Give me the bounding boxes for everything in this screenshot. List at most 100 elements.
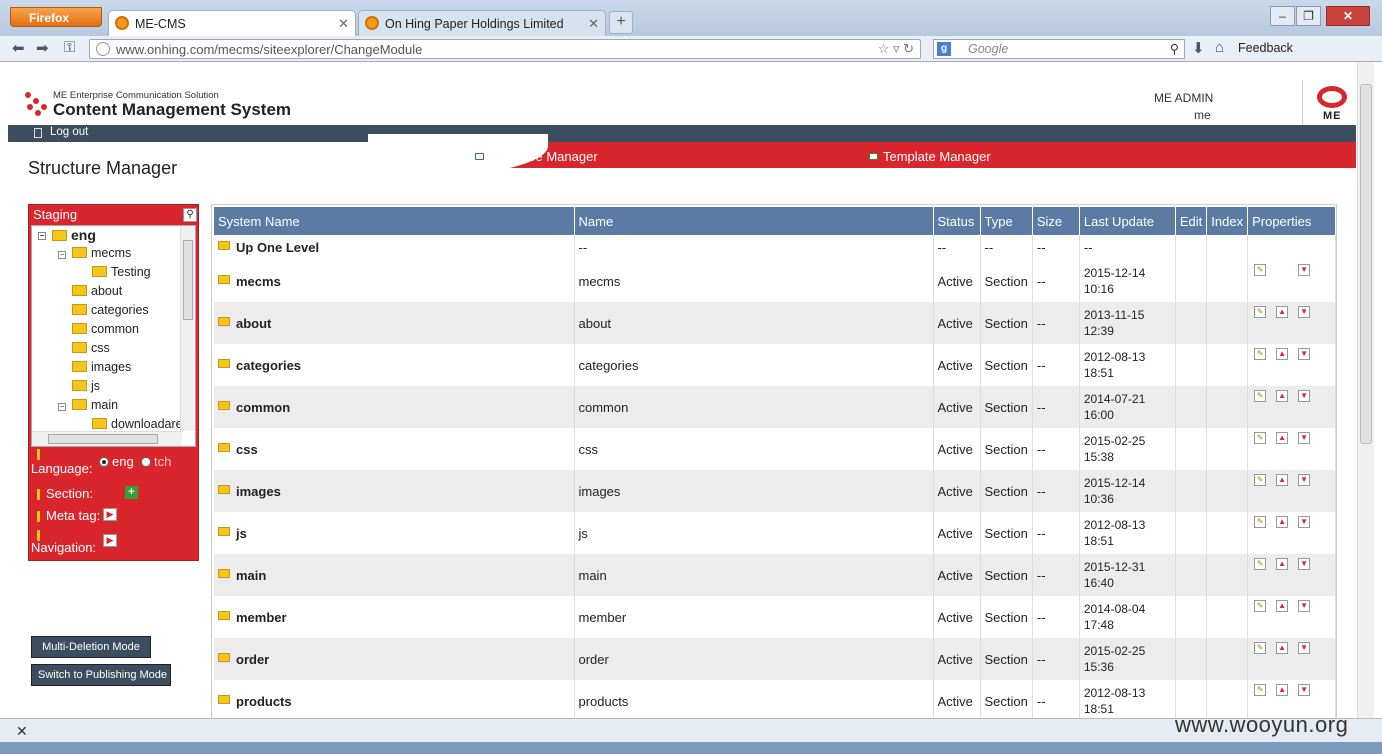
- nav-template-manager[interactable]: Template Manager: [883, 149, 991, 164]
- move-up-icon[interactable]: ▲: [1276, 432, 1289, 444]
- move-up-icon[interactable]: ▲: [1276, 600, 1289, 612]
- system-name-cell[interactable]: js: [214, 512, 575, 554]
- col-type[interactable]: Type: [980, 207, 1033, 235]
- nav-structure-manager[interactable]: Structure Manager: [490, 149, 598, 164]
- move-down-icon[interactable]: ▼: [1298, 516, 1311, 528]
- close-tab-icon[interactable]: ✕: [588, 16, 599, 32]
- col-status[interactable]: Status: [933, 207, 981, 235]
- col-last-update[interactable]: Last Update: [1079, 207, 1176, 235]
- move-down-icon[interactable]: ▼: [1298, 642, 1311, 654]
- system-name-cell[interactable]: images: [214, 470, 575, 512]
- edit-pencil-icon[interactable]: ✎: [1254, 558, 1267, 570]
- switch-publishing-button[interactable]: Switch to Publishing Mode: [31, 664, 171, 686]
- logout-link[interactable]: Log out: [50, 126, 88, 138]
- lang-tch-radio[interactable]: tch: [141, 454, 171, 469]
- move-up-icon[interactable]: ▲: [1276, 306, 1289, 318]
- col-size[interactable]: Size: [1032, 207, 1080, 235]
- tree-node-js[interactable]: js: [72, 379, 100, 393]
- tree-node-common[interactable]: common: [72, 322, 139, 336]
- maximize-window-button[interactable]: ❐: [1296, 6, 1321, 26]
- edit-pencil-icon[interactable]: ✎: [1254, 432, 1267, 444]
- move-up-icon[interactable]: ▲: [1276, 642, 1289, 654]
- firefox-menu-button[interactable]: Firefox: [10, 7, 102, 27]
- search-icon[interactable]: ⚲: [1170, 41, 1179, 56]
- up-one-level-row[interactable]: Up One Level -- -- -- -- --: [214, 235, 1336, 260]
- move-down-icon[interactable]: ▼: [1298, 558, 1311, 570]
- move-down-icon[interactable]: ▼: [1298, 600, 1311, 612]
- system-name-cell[interactable]: products: [214, 680, 575, 718]
- search-box[interactable]: g Google ⚲: [933, 39, 1185, 59]
- move-down-icon[interactable]: ▼: [1298, 684, 1311, 696]
- tree-node-categories[interactable]: categories: [72, 303, 149, 317]
- move-down-icon[interactable]: ▼: [1298, 432, 1311, 444]
- tree-node-downloadare[interactable]: downloadare: [92, 417, 183, 431]
- site-identity-icon[interactable]: [96, 42, 110, 56]
- move-down-icon[interactable]: ▼: [1298, 474, 1311, 486]
- metatag-flag-icon[interactable]: ▶: [103, 508, 117, 521]
- move-down-icon[interactable]: ▼: [1298, 348, 1311, 360]
- col-system-name[interactable]: System Name: [214, 207, 575, 235]
- multi-deletion-button[interactable]: Multi-Deletion Mode: [31, 636, 151, 658]
- table-row[interactable]: member member Active Section -- 2014-08-04 17:…: [214, 596, 1336, 638]
- move-up-icon[interactable]: ▲: [1276, 684, 1289, 696]
- tab-on-hing[interactable]: On Hing Paper Holdings Limited ✕: [358, 10, 606, 36]
- page-vertical-scrollbar[interactable]: [1357, 62, 1374, 718]
- table-row[interactable]: css css Active Section -- 2015-02-25 15:38 ✎ ▲ ▼: [214, 428, 1336, 470]
- logout-icon[interactable]: [34, 128, 42, 138]
- back-icon[interactable]: ⬅: [12, 39, 25, 57]
- address-bar[interactable]: www.onhing.com/mecms/siteexplorer/Change…: [89, 39, 921, 59]
- table-row[interactable]: main main Active Section -- 2015-12-31 16:40 ✎ ▲…: [214, 554, 1336, 596]
- system-name-cell[interactable]: categories: [214, 344, 575, 386]
- move-up-icon[interactable]: ▲: [1276, 390, 1289, 402]
- system-name-cell[interactable]: Up One Level: [214, 235, 575, 260]
- system-name-cell[interactable]: main: [214, 554, 575, 596]
- tree-node-main[interactable]: − main: [58, 398, 118, 412]
- add-section-icon[interactable]: +: [125, 486, 138, 499]
- move-down-icon[interactable]: ▼: [1298, 306, 1311, 318]
- move-up-icon[interactable]: ▲: [1276, 348, 1289, 360]
- move-up-icon[interactable]: ▲: [1276, 516, 1289, 528]
- edit-pencil-icon[interactable]: ✎: [1254, 264, 1267, 276]
- tree-node-eng[interactable]: − eng: [38, 227, 96, 243]
- table-row[interactable]: products products Active Section -- 2012-08-1…: [214, 680, 1336, 718]
- tree-horizontal-scrollbar[interactable]: [32, 431, 182, 446]
- bookmark-star-icon[interactable]: ☆ ▿ ↻: [878, 41, 914, 57]
- search-icon[interactable]: ⚲: [183, 208, 197, 222]
- move-down-icon[interactable]: ▼: [1298, 264, 1311, 276]
- system-name-cell[interactable]: member: [214, 596, 575, 638]
- close-tab-icon[interactable]: ✕: [338, 16, 349, 32]
- tree-node-css[interactable]: css: [72, 341, 110, 355]
- system-name-cell[interactable]: about: [214, 302, 575, 344]
- move-up-icon[interactable]: ▲: [1276, 558, 1289, 570]
- move-up-icon[interactable]: ▲: [1276, 474, 1289, 486]
- edit-pencil-icon[interactable]: ✎: [1254, 474, 1267, 486]
- edit-pencil-icon[interactable]: ✎: [1254, 348, 1267, 360]
- edit-pencil-icon[interactable]: ✎: [1254, 642, 1267, 654]
- tree-vertical-scrollbar[interactable]: [180, 226, 195, 431]
- edit-pencil-icon[interactable]: ✎: [1254, 306, 1267, 318]
- system-name-cell[interactable]: mecms: [214, 260, 575, 302]
- minimize-window-button[interactable]: ‒: [1270, 6, 1295, 26]
- navigation-flag-icon[interactable]: ▶: [103, 534, 117, 547]
- system-name-cell[interactable]: css: [214, 428, 575, 470]
- download-icon[interactable]: ⬇: [1192, 39, 1205, 57]
- lang-eng-radio[interactable]: eng: [99, 454, 134, 469]
- tree-node-testing[interactable]: Testing: [92, 265, 151, 279]
- table-row[interactable]: images images Active Section -- 2015-12-14 10:…: [214, 470, 1336, 512]
- key-icon[interactable]: ⚿: [64, 39, 75, 56]
- forward-icon[interactable]: ➡: [36, 39, 49, 57]
- tree-node-images[interactable]: images: [72, 360, 131, 374]
- edit-pencil-icon[interactable]: ✎: [1254, 600, 1267, 612]
- table-row[interactable]: common common Active Section -- 2014-07-21 16:…: [214, 386, 1336, 428]
- home-icon[interactable]: ⌂: [1215, 39, 1224, 56]
- system-name-cell[interactable]: order: [214, 638, 575, 680]
- close-window-button[interactable]: ✕: [1326, 6, 1370, 26]
- tree-node-mecms[interactable]: − mecms: [58, 246, 131, 260]
- edit-pencil-icon[interactable]: ✎: [1254, 516, 1267, 528]
- table-row[interactable]: about about Active Section -- 2013-11-15 12:39…: [214, 302, 1336, 344]
- tree-node-about[interactable]: about: [72, 284, 122, 298]
- table-row[interactable]: js js Active Section -- 2012-08-13 18:51 ✎ ▲ ▼: [214, 512, 1336, 554]
- new-tab-button[interactable]: +: [609, 11, 633, 34]
- move-down-icon[interactable]: ▼: [1298, 390, 1311, 402]
- feedback-button[interactable]: Feedback: [1238, 41, 1293, 55]
